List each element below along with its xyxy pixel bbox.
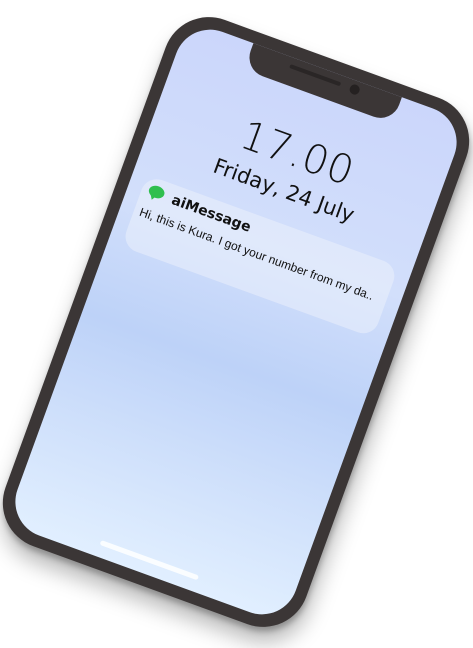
home-indicator[interactable] [99, 540, 200, 581]
camera-icon [348, 83, 362, 96]
notch [243, 41, 403, 124]
lock-screen: 17.00 Friday, 24 July aiMessage Hi, this… [5, 19, 467, 625]
image-canvas: 17.00 Friday, 24 July aiMessage Hi, this… [0, 0, 473, 648]
speaker-grille [289, 64, 342, 87]
smartphone: 17.00 Friday, 24 July aiMessage Hi, this… [0, 4, 473, 640]
message-bubble-icon [144, 182, 167, 205]
